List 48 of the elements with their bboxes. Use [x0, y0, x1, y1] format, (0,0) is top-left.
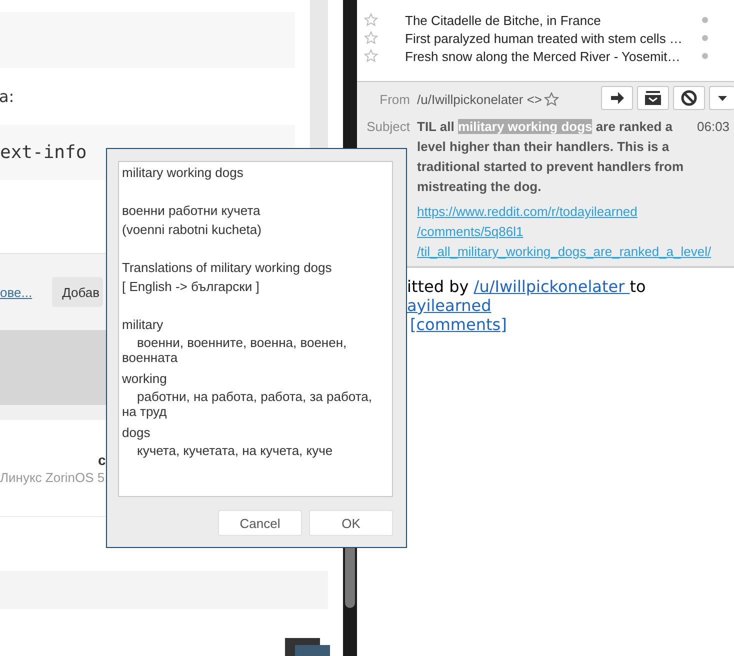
time-text: 06:03: [697, 118, 730, 136]
translation-line: military: [122, 316, 164, 334]
caret-icon: [718, 96, 726, 100]
user-link[interactable]: /u/Iwillpickonelater: [474, 277, 630, 296]
star-icon[interactable]: [544, 92, 560, 107]
forward-button[interactable]: [601, 86, 633, 110]
code-text: ext-info: [0, 142, 87, 163]
translation-line: (voenni rabotni kucheta): [122, 221, 262, 239]
translation-line: [ English -> български ]: [122, 278, 260, 296]
status-dot: [702, 35, 708, 41]
cancel-button[interactable]: Cancel: [218, 510, 302, 536]
archive-button[interactable]: [637, 86, 669, 110]
message-subject[interactable]: Fresh snow along the Merced River - Yosemit…: [405, 48, 695, 64]
translation-line: военни, военните, военна, военен, военната: [122, 334, 348, 367]
translation-line: dogs: [122, 424, 152, 442]
translation-line: Translations of military working dogs: [122, 259, 333, 277]
message-subject[interactable]: First paralyzed human treated with stem cells …: [405, 30, 695, 46]
subreddit-link[interactable]: ayilearned: [407, 296, 492, 315]
arrow-icon: [610, 91, 624, 105]
subject-label: Subject: [366, 118, 410, 136]
status-dot: [702, 53, 708, 59]
ok-button[interactable]: OK: [309, 510, 393, 536]
comments-link[interactable]: [comments]: [410, 315, 507, 334]
from-label: From: [378, 92, 410, 107]
translation-line: military working dogs: [122, 164, 244, 182]
more-link[interactable]: ове...: [0, 284, 32, 300]
block-button[interactable]: [673, 86, 705, 110]
translation-line: работни, на работа, работа, за работа, на труд: [122, 388, 374, 421]
message-subject[interactable]: The Citadelle de Bitche, in France: [405, 12, 695, 28]
sender-text: /u/Iwillpickonelater <>: [417, 92, 542, 107]
subject-text: TIL all military working dogs are ranked a level higher than their handlers. This is a traditional started to prevent handlers from mistreating the dog.: [417, 118, 685, 196]
corner-button[interactable]: [285, 638, 330, 656]
to-text: to: [630, 277, 646, 296]
translation-line: working: [122, 370, 168, 388]
author-text: c: [98, 452, 106, 468]
add-button[interactable]: Добав: [52, 277, 104, 307]
translation-text-area[interactable]: [118, 161, 393, 497]
status-dot: [702, 17, 708, 23]
block-icon: [681, 90, 697, 106]
translation-line: кучета, кучетата, на кучета, куче: [136, 442, 334, 460]
star-icon[interactable]: [364, 31, 378, 45]
star-icon[interactable]: [364, 13, 378, 27]
archive-icon: [644, 91, 662, 105]
star-icon[interactable]: [364, 49, 378, 63]
more-button[interactable]: [709, 86, 734, 110]
submitted-text: itted by: [407, 277, 470, 296]
translation-line: военни работни кучета: [122, 202, 262, 220]
label-text: a:: [0, 87, 14, 106]
